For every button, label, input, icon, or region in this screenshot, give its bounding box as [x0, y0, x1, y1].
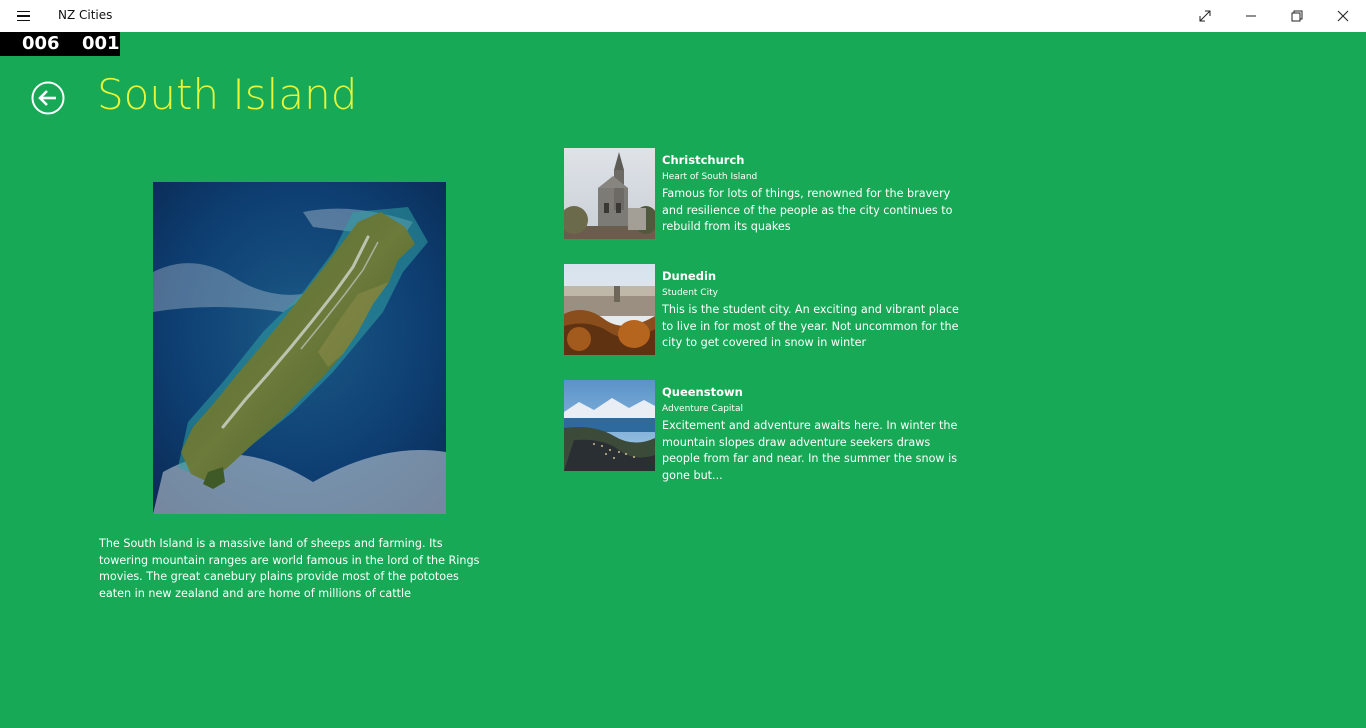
city-item-christchurch[interactable]: Christchurch Heart of South Island Famou… — [564, 148, 984, 240]
city-name: Christchurch — [662, 153, 745, 167]
close-button[interactable] — [1320, 0, 1366, 32]
city-name: Queenstown — [662, 385, 743, 399]
frame-counter-right: 001 — [82, 33, 120, 54]
restore-icon — [1291, 10, 1303, 22]
city-description: This is the student city. An exciting an… — [662, 303, 959, 349]
frame-counter-left: 006 — [22, 33, 60, 54]
back-button[interactable] — [31, 81, 65, 115]
city-tagline: Student City — [662, 288, 718, 298]
city-item-queenstown[interactable]: Queenstown Adventure Capital Excitement … — [564, 380, 984, 482]
title-bar: NZ Cities — [0, 0, 1366, 32]
fullscreen-icon — [1199, 10, 1211, 22]
city-tagline: Heart of South Island — [662, 172, 758, 182]
frame-counter: 006 001 — [0, 32, 120, 56]
dunedin-thumbnail-image — [564, 264, 655, 355]
city-description: Excitement and adventure awaits here. In… — [662, 419, 958, 482]
south-island-map-image — [153, 182, 446, 514]
minimize-button[interactable] — [1228, 0, 1274, 32]
city-item-dunedin[interactable]: Dunedin Student City This is the student… — [564, 264, 984, 356]
city-description: Famous for lots of things, renowned for … — [662, 187, 953, 233]
close-icon — [1337, 10, 1349, 22]
fullscreen-button[interactable] — [1182, 0, 1228, 32]
hamburger-menu-icon[interactable] — [11, 6, 35, 26]
restore-button[interactable] — [1274, 0, 1320, 32]
city-tagline: Adventure Capital — [662, 404, 743, 414]
back-arrow-icon — [31, 81, 65, 115]
page-title: South Island — [97, 70, 358, 119]
minimize-icon — [1246, 15, 1256, 17]
island-description: The South Island is a massive land of sh… — [99, 537, 480, 600]
app-title: NZ Cities — [58, 8, 113, 22]
city-name: Dunedin — [662, 269, 717, 283]
christchurch-thumbnail-image — [564, 148, 655, 239]
queenstown-thumbnail-image — [564, 380, 655, 471]
